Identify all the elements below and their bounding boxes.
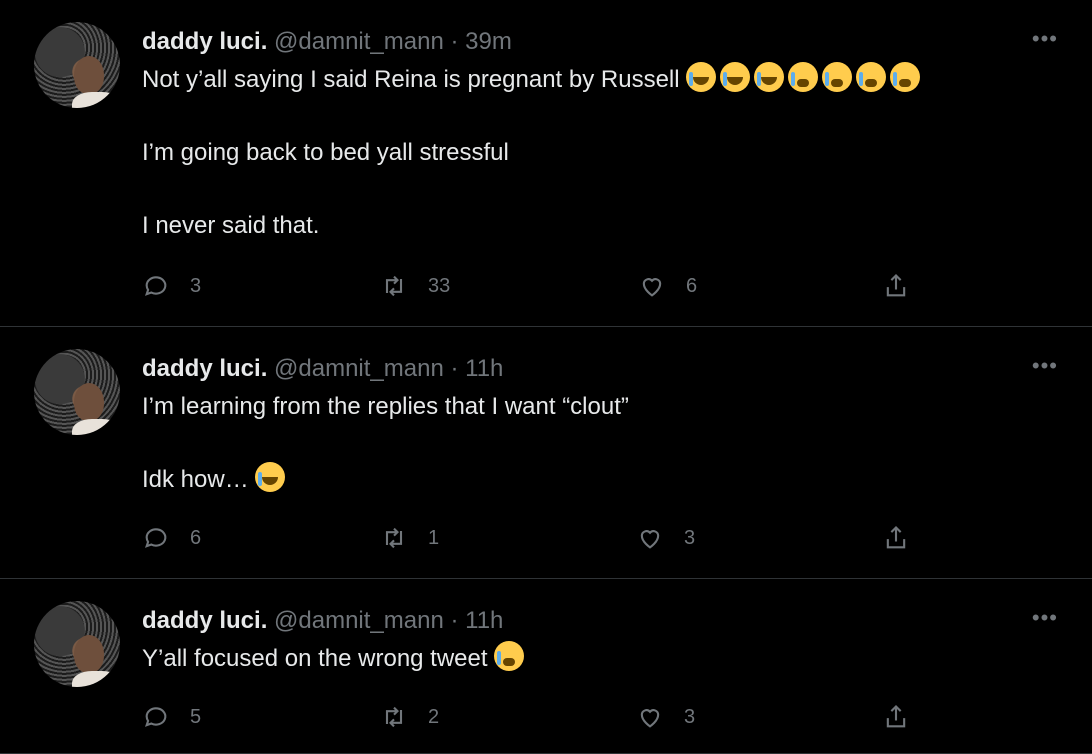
crying-emoji-icon	[788, 62, 819, 92]
crying-emoji-icon	[822, 62, 853, 92]
tweet[interactable]: daddy luci. @damnit_mann · 39m ••• Not y…	[0, 0, 1092, 327]
reply-count: 3	[190, 274, 202, 297]
timestamp[interactable]: · 11h	[450, 607, 503, 634]
crying-emoji-icon	[890, 62, 921, 92]
tweet-text: Y’all focused on the wrong tweet	[142, 641, 1012, 677]
emoji-group	[686, 62, 924, 93]
tweet-line: I’m learning from the replies that I wan…	[142, 393, 629, 420]
tweet-header: daddy luci. @damnit_mann · 11h	[142, 353, 503, 385]
more-options-icon[interactable]: •••	[1032, 607, 1058, 629]
tweet-line: Idk how…	[142, 466, 249, 493]
retweet-icon	[385, 275, 403, 297]
like-count: 3	[684, 705, 696, 728]
retweet-button[interactable]: 2	[380, 703, 439, 731]
retweet-icon	[385, 527, 403, 549]
reply-button[interactable]: 3	[142, 272, 201, 300]
retweet-button[interactable]: 33	[380, 272, 450, 300]
tweet-line: I never said that.	[142, 212, 320, 239]
tweet-header: daddy luci. @damnit_mann · 11h	[142, 605, 503, 637]
handle[interactable]: @damnit_mann	[274, 607, 444, 634]
display-name[interactable]: daddy luci.	[142, 28, 267, 55]
reply-icon	[144, 276, 167, 296]
retweet-count: 1	[428, 526, 440, 549]
like-button[interactable]: 3	[636, 524, 695, 552]
retweet-icon	[385, 706, 403, 728]
reply-icon	[144, 528, 167, 548]
more-options-icon[interactable]: •••	[1032, 28, 1058, 50]
tweet-text: I’m learning from the replies that I wan…	[142, 389, 1012, 498]
retweet-count: 2	[428, 705, 440, 728]
like-count: 6	[686, 274, 698, 297]
heart-icon	[640, 709, 660, 728]
reply-button[interactable]: 6	[142, 524, 201, 552]
joy-emoji-icon	[720, 62, 751, 92]
tweet[interactable]: daddy luci. @damnit_mann · 11h ••• I’m l…	[0, 327, 1092, 579]
share-icon	[886, 705, 906, 728]
more-options-icon[interactable]: •••	[1032, 355, 1058, 377]
reply-button[interactable]: 5	[142, 703, 201, 731]
avatar[interactable]	[34, 601, 120, 687]
retweet-button[interactable]: 1	[380, 524, 439, 552]
emoji-group	[494, 641, 528, 672]
handle[interactable]: @damnit_mann	[274, 355, 444, 382]
timestamp[interactable]: · 11h	[450, 355, 503, 382]
heart-icon	[640, 530, 660, 549]
like-count: 3	[684, 526, 696, 549]
joy-emoji-icon	[686, 62, 717, 92]
joy-emoji-icon	[754, 62, 785, 92]
avatar[interactable]	[34, 22, 120, 108]
tweet-line: I’m going back to bed yall stressful	[142, 139, 509, 166]
share-button[interactable]	[882, 272, 910, 300]
share-icon	[886, 274, 906, 297]
share-button[interactable]	[882, 703, 910, 731]
like-button[interactable]: 6	[638, 272, 697, 300]
retweet-count: 33	[428, 274, 451, 297]
joy-emoji-icon	[255, 462, 286, 492]
tweet[interactable]: daddy luci. @damnit_mann · 11h ••• Y’all…	[0, 579, 1092, 754]
heart-icon	[642, 278, 662, 297]
share-button[interactable]	[882, 524, 910, 552]
crying-emoji-icon	[494, 641, 525, 671]
timestamp[interactable]: · 39m	[450, 28, 511, 55]
handle[interactable]: @damnit_mann	[274, 28, 444, 55]
avatar[interactable]	[34, 349, 120, 435]
display-name[interactable]: daddy luci.	[142, 607, 267, 634]
tweet-line: Y’all focused on the wrong tweet	[142, 645, 488, 672]
crying-emoji-icon	[856, 62, 887, 92]
tweet-line: Not y’all saying I said Reina is pregnan…	[142, 66, 680, 93]
share-icon	[886, 526, 906, 549]
reply-count: 6	[190, 526, 202, 549]
display-name[interactable]: daddy luci.	[142, 355, 267, 382]
like-button[interactable]: 3	[636, 703, 695, 731]
reply-count: 5	[190, 705, 202, 728]
tweet-text: Not y’all saying I said Reina is pregnan…	[142, 62, 1012, 244]
reply-icon	[144, 707, 167, 727]
emoji-group	[255, 462, 289, 493]
tweet-header: daddy luci. @damnit_mann · 39m	[142, 26, 512, 58]
